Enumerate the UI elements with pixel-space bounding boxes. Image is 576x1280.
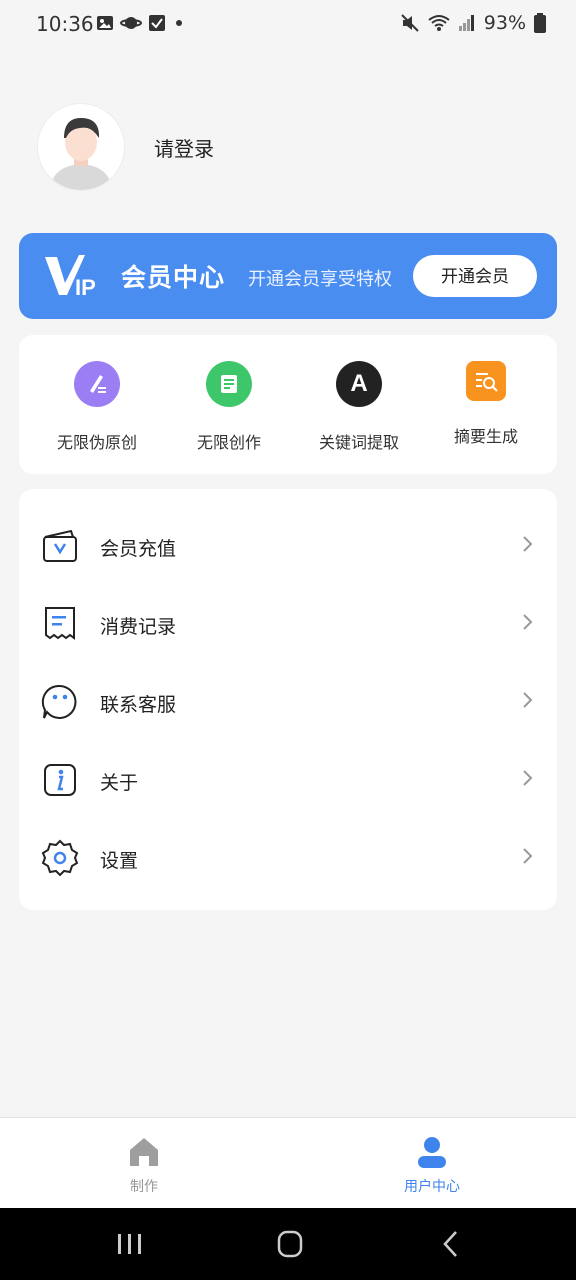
tab-user-center[interactable]: 用户中心 [288, 1118, 576, 1209]
login-prompt[interactable]: 请登录 [154, 133, 214, 162]
menu-item-recharge[interactable]: 会员充值 [19, 507, 557, 585]
home-button-icon[interactable] [270, 1226, 310, 1262]
tab-label: 制作 [130, 1179, 158, 1195]
status-bar: 10:36 93% [0, 0, 576, 48]
avatar[interactable] [38, 104, 124, 190]
gear-icon [41, 839, 79, 877]
dot-icon [176, 20, 182, 26]
profile-header[interactable]: 请登录 [38, 104, 214, 190]
svg-text:IP: IP [75, 275, 96, 297]
menu-item-consumption-records[interactable]: 消费记录 [19, 585, 557, 663]
tool-label: 摘要生成 [453, 427, 518, 446]
tool-unlimited-create[interactable]: 无限创作 [165, 361, 293, 453]
chevron-right-icon [523, 770, 533, 786]
chevron-right-icon [523, 692, 533, 708]
planet-icon [120, 17, 142, 29]
open-membership-button[interactable]: 开通会员 [413, 255, 537, 297]
chevron-right-icon [523, 848, 533, 864]
vip-title: 会员中心 [121, 263, 226, 292]
menu-item-customer-service[interactable]: 联系客服 [19, 663, 557, 741]
tab-make[interactable]: 制作 [0, 1118, 288, 1209]
gallery-icon [97, 16, 113, 30]
vip-center-banner[interactable]: IP 会员中心 开通会员享受特权 开通会员 [19, 233, 557, 319]
notification-icons [96, 14, 186, 32]
back-icon[interactable] [432, 1226, 472, 1262]
document-search-icon [466, 361, 506, 401]
menu-label: 会员充值 [100, 538, 177, 560]
menu-label: 设置 [100, 850, 139, 872]
scroll-icon [206, 361, 252, 407]
menu-label: 消费记录 [100, 616, 177, 638]
system-navigation-bar [0, 1208, 576, 1280]
home-icon [130, 1138, 158, 1166]
menu-item-settings[interactable]: 设置 [19, 819, 557, 897]
battery-percent: 93% [483, 12, 526, 34]
wifi-icon [428, 15, 450, 31]
tab-label: 用户中心 [404, 1179, 460, 1195]
info-icon [44, 764, 76, 796]
status-time: 10:36 [36, 12, 94, 36]
menu-label: 联系客服 [100, 694, 177, 716]
wallet-v-icon [43, 529, 77, 562]
default-avatar-icon [38, 104, 124, 190]
user-icon [418, 1137, 446, 1168]
tool-unlimited-rewrite[interactable]: 无限伪原创 [33, 361, 161, 453]
tool-label: 关键词提取 [318, 433, 399, 452]
tool-keyword-extract[interactable]: A 关键词提取 [295, 361, 423, 453]
feature-grid: 无限伪原创 无限创作 A 关键词提取 摘要生成 [19, 335, 557, 474]
battery-icon [534, 13, 546, 33]
tool-label: 无限伪原创 [56, 433, 137, 452]
receipt-icon [45, 607, 75, 640]
signal-icon [458, 15, 474, 31]
recent-apps-icon[interactable] [110, 1226, 150, 1262]
mute-icon [401, 14, 419, 32]
pen-icon [74, 361, 120, 407]
chat-face-icon [41, 684, 77, 719]
menu-label: 关于 [100, 772, 139, 794]
chevron-right-icon [523, 614, 533, 630]
vip-logo-icon: IP [45, 255, 96, 297]
vip-subtitle: 开通会员享受特权 [248, 269, 392, 290]
menu-list: 会员充值 消费记录 联系客服 关于 设置 [19, 489, 557, 910]
checkbox-icon [149, 15, 165, 31]
chevron-right-icon [523, 536, 533, 552]
letter-a-icon: A [336, 361, 382, 407]
tool-label: 无限创作 [196, 433, 261, 452]
tool-summary-generate[interactable]: 摘要生成 [422, 361, 550, 447]
menu-item-about[interactable]: 关于 [19, 741, 557, 819]
bottom-tab-bar: 制作 用户中心 [0, 1117, 576, 1209]
